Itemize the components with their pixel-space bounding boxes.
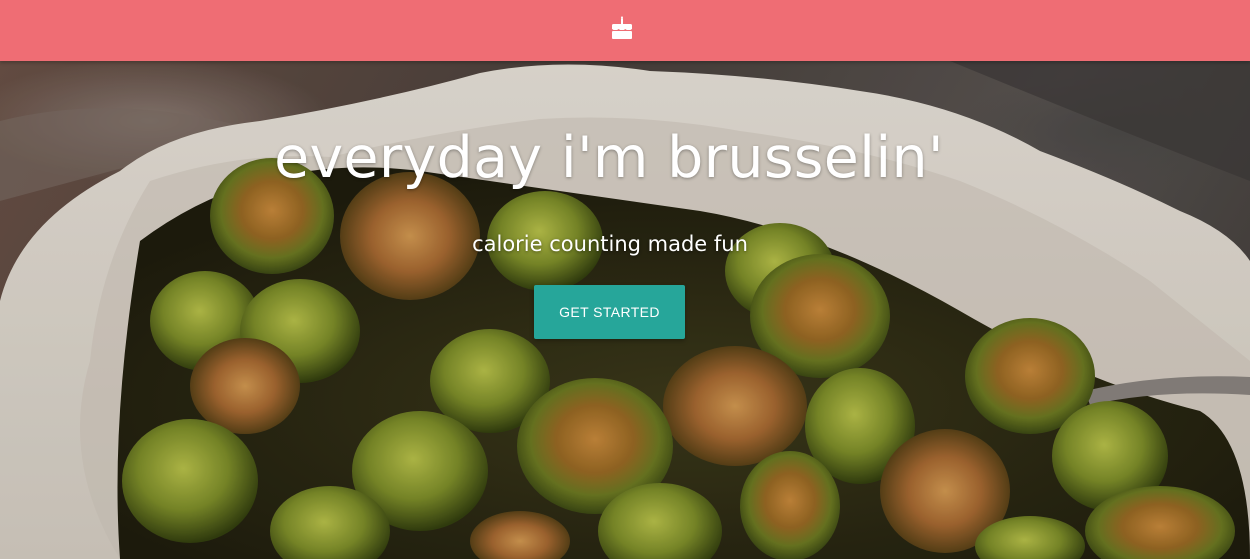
- navbar: [0, 0, 1250, 61]
- cake-icon[interactable]: [611, 16, 633, 40]
- get-started-button[interactable]: GET STARTED: [534, 285, 685, 339]
- hero-title: everyday i'm brusselin': [274, 125, 944, 191]
- hero-section: everyday i'm brusselin' calorie counting…: [0, 61, 1250, 559]
- hero-subtitle: calorie counting made fun: [472, 232, 748, 256]
